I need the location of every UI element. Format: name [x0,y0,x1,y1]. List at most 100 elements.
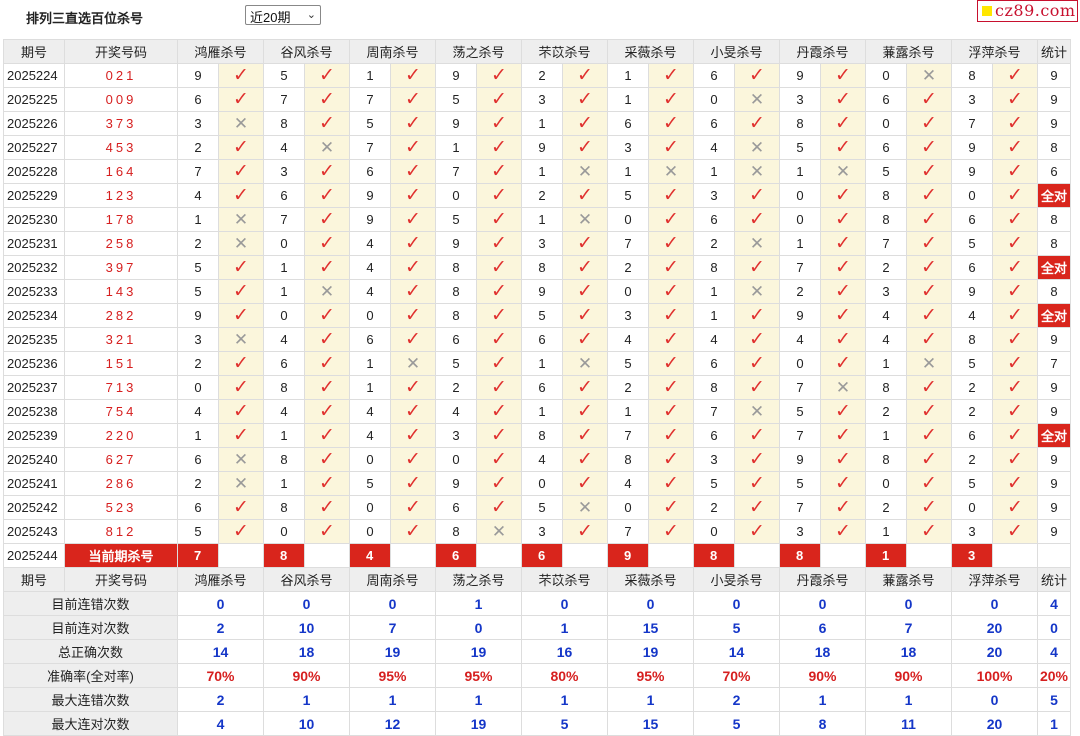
kill-number-cell: 5 [177,519,219,544]
stat-value: 15 [607,615,694,640]
count-cell: 9 [1037,111,1071,136]
table-row: 2025229 123 4 ✓ 6 ✓ 9 ✓ 0 ✓ 2 ✓ 5 ✓ 3 ✓ 0 ✓ 8 ✓ 0 ✓ 全对 [3,183,1071,208]
kill-number-cell: 1 [349,63,391,88]
check-icon: ✓ [749,305,765,326]
cross-icon: ✕ [921,354,937,373]
stat-value: 10 [263,711,350,736]
check-icon: ✓ [921,281,937,302]
table-row: 2025243 812 5 ✓ 0 ✓ 0 ✓ 8 ✕ 3 ✓ 7 ✓ 0 ✓ 3 ✓ 1 ✓ 3 ✓ 9 [3,519,1071,544]
stat-value: 12 [349,711,436,736]
result-cell: ✓ [820,231,866,256]
current-empty-cell [734,543,780,568]
kill-number-cell: 8 [865,447,907,472]
kill-number-cell: 3 [865,279,907,304]
check-icon: ✓ [577,233,593,254]
kill-number-cell: 1 [177,207,219,232]
issue-cell: 2025242 [3,495,65,520]
check-icon: ✓ [921,401,937,422]
result-cell: ✓ [476,87,522,112]
kill-number-cell: 9 [177,63,219,88]
check-icon: ✓ [233,257,249,278]
kill-number-cell: 7 [177,159,219,184]
result-cell: ✕ [304,279,350,304]
cross-icon: ✕ [233,114,249,133]
col-expert-header: 蒹露杀号 [865,567,952,592]
result-cell: ✓ [648,231,694,256]
check-icon: ✓ [663,353,679,374]
check-icon: ✓ [233,281,249,302]
table-row: 2025230 178 1 ✕ 7 ✓ 9 ✓ 5 ✓ 1 ✕ 0 ✓ 6 ✓ 0 ✓ 8 ✓ 6 ✓ 8 [3,207,1071,232]
cross-icon: ✕ [835,162,851,181]
kill-number-cell: 6 [607,111,649,136]
brand-logo[interactable]: cz89.com [977,0,1078,22]
check-icon: ✓ [921,89,937,110]
result-cell: ✓ [390,159,436,184]
cross-icon: ✕ [319,138,335,157]
kill-number-cell: 0 [693,87,735,112]
result-cell: ✓ [218,255,264,280]
result-cell: ✓ [476,279,522,304]
kill-number-cell: 4 [177,183,219,208]
check-icon: ✓ [577,449,593,470]
result-cell: ✓ [218,303,264,328]
result-cell: ✓ [390,231,436,256]
kill-number-cell: 9 [521,135,563,160]
col-expert-header: 采薇杀号 [607,567,694,592]
kill-number-cell: 3 [951,87,993,112]
result-cell: ✓ [218,159,264,184]
result-cell: ✕ [648,159,694,184]
result-cell: ✓ [390,519,436,544]
cross-icon: ✕ [749,162,765,181]
check-icon: ✓ [319,425,335,446]
result-cell: ✓ [562,135,608,160]
issue-cell: 2025228 [3,159,65,184]
stat-value: 14 [693,639,780,664]
stat-label: 目前连错次数 [3,591,178,616]
stat-value: 0 [607,591,694,616]
stat-value: 19 [607,639,694,664]
check-icon: ✓ [405,473,421,494]
result-cell: ✓ [476,135,522,160]
check-icon: ✓ [663,377,679,398]
result-cell: ✓ [906,495,952,520]
kill-number-cell: 5 [349,111,391,136]
check-icon: ✓ [835,521,851,542]
kill-number-cell: 7 [263,207,305,232]
cross-icon: ✕ [233,474,249,493]
kill-number-cell: 5 [435,87,477,112]
result-cell: ✓ [218,375,264,400]
check-icon: ✓ [921,161,937,182]
cross-icon: ✕ [233,450,249,469]
kill-number-cell: 5 [435,351,477,376]
check-icon: ✓ [1007,257,1023,278]
current-kill-number: 8 [693,543,735,568]
kill-number-cell: 4 [263,399,305,424]
draw-number-cell: 178 [64,207,178,232]
current-row: 2025244 当前期杀号 7 8 4 6 6 9 8 8 1 3 [3,543,1071,568]
result-cell: ✓ [562,327,608,352]
kill-number-cell: 3 [177,111,219,136]
kill-number-cell: 0 [607,495,649,520]
stat-value: 5 [693,615,780,640]
check-icon: ✓ [577,473,593,494]
kill-number-cell: 6 [693,423,735,448]
draw-number-cell: 151 [64,351,178,376]
cross-icon: ✕ [577,354,593,373]
kill-number-cell: 5 [951,231,993,256]
kill-number-cell: 1 [865,519,907,544]
current-kill-number: 3 [951,543,993,568]
table-row: 2025225 009 6 ✓ 7 ✓ 7 ✓ 5 ✓ 3 ✓ 1 ✓ 0 ✕ 3 ✓ 6 ✓ 3 ✓ 9 [3,87,1071,112]
kill-number-cell: 6 [177,447,219,472]
result-cell: ✓ [648,399,694,424]
result-cell: ✓ [992,87,1038,112]
kill-number-cell: 8 [521,423,563,448]
check-icon: ✓ [663,233,679,254]
kill-number-table: 期号 开奖号码 鸿雁杀号 谷风杀号 周南杀号 荡之杀号 芣苡杀号 采薇杀号 小旻杀号 丹霞杀号 蒹露… [3,39,1071,736]
result-cell: ✓ [304,63,350,88]
draw-number-cell: 282 [64,303,178,328]
col-expert-header: 芣苡杀号 [521,567,608,592]
result-cell: ✓ [562,87,608,112]
kill-number-cell: 1 [607,63,649,88]
period-select[interactable]: 近20期 ⌄ [245,5,321,25]
result-cell: ✓ [476,159,522,184]
